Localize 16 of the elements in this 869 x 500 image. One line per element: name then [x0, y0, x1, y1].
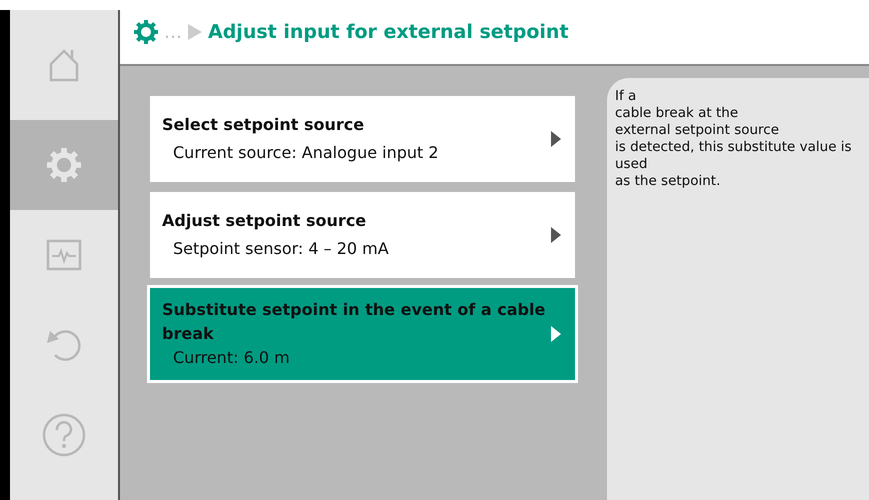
- sidebar-item[interactable]: [10, 120, 118, 210]
- pulse-monitor-icon: [46, 239, 82, 271]
- chevron-right-icon: [551, 326, 561, 342]
- chevron-right-icon: [551, 227, 561, 243]
- help-text: If a cable break at the external setpoint source is detected, this substitute value is used as the setpoint.: [615, 88, 853, 190]
- menu-item[interactable]: Select setpoint source Current source: Analogue input 2: [150, 96, 575, 182]
- help-icon: [42, 413, 86, 457]
- breadcrumb-ellipsis: …: [164, 22, 182, 42]
- settings-icon: [47, 148, 81, 182]
- settings-icon: [134, 20, 158, 44]
- home-icon: [49, 48, 79, 82]
- page-title: Adjust input for external setpoint: [208, 21, 569, 43]
- triangle-icon: [188, 24, 202, 40]
- menu-item[interactable]: Substitute setpoint in the event of a cable break Current: 6.0 m: [150, 288, 575, 380]
- chevron-right-icon: [551, 131, 561, 147]
- menu-item[interactable]: Adjust setpoint source Setpoint sensor: 4 – 20 mA: [150, 192, 575, 278]
